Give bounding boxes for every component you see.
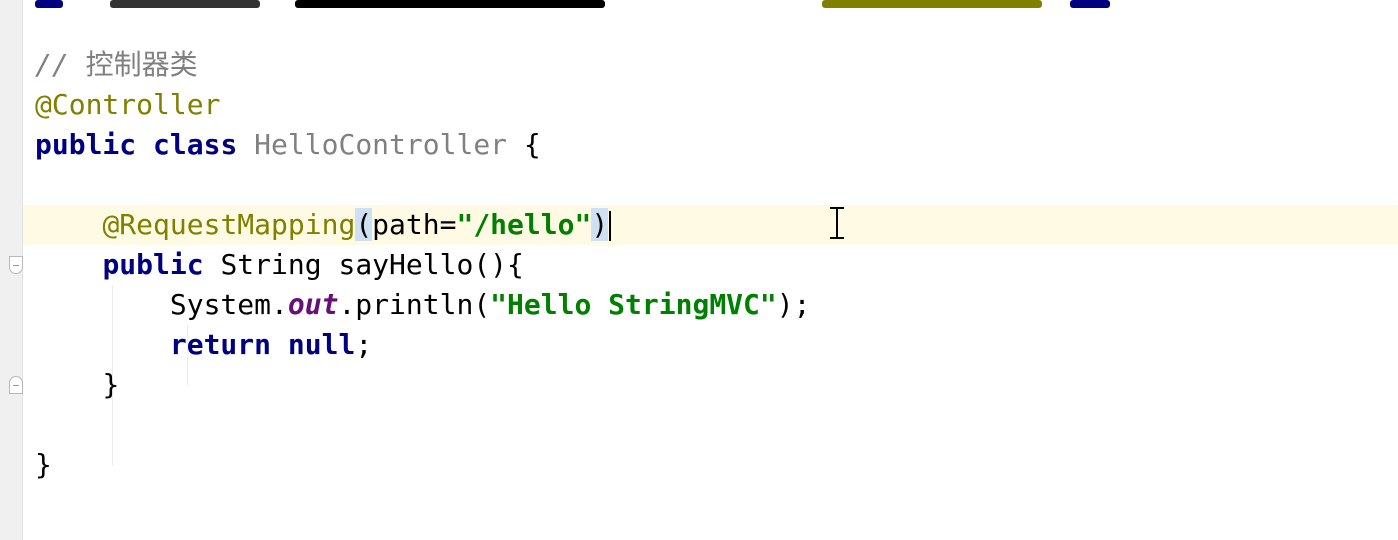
code-editor[interactable]: // 控制器类 @Controller public class HelloCo… <box>0 0 1398 540</box>
return-end: ; <box>355 328 373 361</box>
matched-open-paren: ( <box>355 208 373 241</box>
class-open-brace: { <box>523 128 541 161</box>
previous-line-partial <box>35 0 1215 10</box>
code-line-request-mapping[interactable]: @RequestMapping(path="/hello") <box>35 205 612 245</box>
request-mapping-annotation: @RequestMapping <box>102 208 356 241</box>
keyword-public: public <box>102 248 204 281</box>
statement-end: ); <box>776 288 811 321</box>
code-line-return[interactable]: return null; <box>35 325 372 365</box>
matched-close-paren: ) <box>591 208 609 241</box>
text-caret <box>609 211 612 241</box>
code-line-controller-annotation[interactable]: @Controller <box>35 85 220 125</box>
code-line-println[interactable]: System.out.println("Hello StringMVC"); <box>35 285 811 325</box>
println-call: .println( <box>338 288 491 321</box>
comment-text: 控制器类 <box>85 48 198 81</box>
system-class: System. <box>169 288 288 321</box>
fold-open-icon[interactable] <box>9 256 23 274</box>
keyword-class: class <box>153 128 238 161</box>
fold-close-icon[interactable] <box>9 376 23 394</box>
code-line-method-signature[interactable]: public String sayHello(){ <box>35 245 524 285</box>
static-field-out: out <box>287 288 339 321</box>
keyword-return: return <box>169 328 272 361</box>
class-name: HelloController <box>254 128 508 161</box>
code-line-class-declaration[interactable]: public class HelloController { <box>35 125 541 165</box>
code-line-method-close[interactable]: } <box>35 365 119 405</box>
keyword-null: null <box>287 328 356 361</box>
editor-gutter[interactable] <box>0 0 23 540</box>
comment-slashes: // <box>35 48 86 81</box>
class-close-brace: } <box>35 448 52 481</box>
keyword-public: public <box>35 128 137 161</box>
code-line-comment[interactable]: // 控制器类 <box>35 45 198 85</box>
controller-annotation: @Controller <box>35 88 221 121</box>
println-string-literal: "Hello StringMVC" <box>490 288 777 321</box>
method-signature: String sayHello(){ <box>220 248 524 281</box>
mapping-path-value: "/hello" <box>456 208 592 241</box>
method-close-brace: } <box>102 368 120 401</box>
code-line-class-close[interactable]: } <box>35 445 52 485</box>
mapping-param-name: path= <box>372 208 457 241</box>
text-cursor-ibeam-icon <box>828 205 846 241</box>
